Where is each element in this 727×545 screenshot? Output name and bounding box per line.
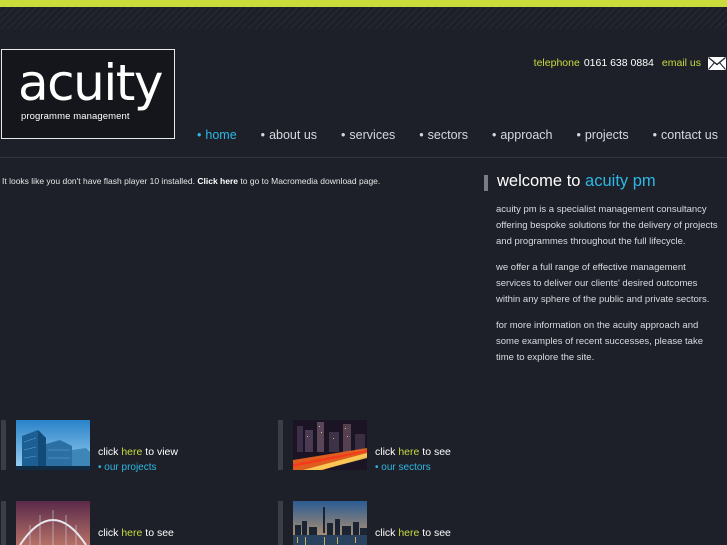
telephone-number: 0161 638 0884	[583, 57, 654, 69]
nav-about-us[interactable]: • about us	[261, 128, 317, 142]
telephone-label: telephone	[533, 57, 580, 69]
email-link[interactable]: email us	[662, 57, 701, 69]
nav-contact-us[interactable]: • contact us	[653, 128, 718, 142]
welcome-paragraph: we offer a full range of effective manag…	[496, 262, 710, 305]
welcome-copy: acuity pm is a specialist management con…	[496, 202, 721, 376]
our-projects-link[interactable]: • our projects	[98, 462, 157, 473]
here-link[interactable]: here	[121, 446, 142, 458]
top-accent-bar	[0, 0, 727, 7]
flash-player-notice: It looks like you don't have flash playe…	[2, 176, 381, 186]
our-sectors-link[interactable]: • our sectors	[375, 462, 431, 473]
logo-tagline: programme management	[21, 111, 130, 122]
header-divider	[0, 157, 727, 158]
here-link[interactable]: here	[121, 527, 142, 539]
welcome-paragraph: for more information on the acuity appro…	[496, 320, 703, 363]
nav-approach[interactable]: • approach	[492, 128, 553, 142]
envelope-icon[interactable]	[708, 56, 726, 70]
welcome-marker	[484, 175, 488, 191]
nav-sectors[interactable]: • sectors	[419, 128, 468, 142]
projects-thumbnail[interactable]	[16, 420, 90, 470]
bridge-thumbnail[interactable]	[16, 501, 90, 545]
tile-cta: click here to see	[98, 527, 174, 539]
nav-home[interactable]: • home	[197, 128, 237, 142]
tile-cta: click here to see	[375, 446, 451, 458]
contact-info: telephone 0161 638 0884 email us	[534, 55, 727, 71]
here-link[interactable]: here	[398, 446, 419, 458]
sectors-thumbnail[interactable]	[293, 420, 367, 470]
nav-services[interactable]: • services	[341, 128, 395, 142]
welcome-heading: welcome to acuity pm	[497, 172, 656, 190]
header-stripes	[0, 7, 727, 29]
main-nav: • home • about us • services • sectors • appr…	[197, 128, 718, 142]
here-link[interactable]: here	[398, 527, 419, 539]
logo-wordmark: acuity	[18, 54, 163, 112]
welcome-paragraph: acuity pm is a specialist management con…	[496, 204, 718, 247]
skyline-thumbnail[interactable]	[293, 501, 367, 545]
site-logo[interactable]: acuity programme management	[1, 49, 175, 139]
nav-projects[interactable]: • projects	[576, 128, 628, 142]
flash-download-link[interactable]: Click here	[197, 176, 238, 186]
tile-cta: click here to view	[98, 446, 178, 458]
tile-cta: click here to see	[375, 527, 451, 539]
